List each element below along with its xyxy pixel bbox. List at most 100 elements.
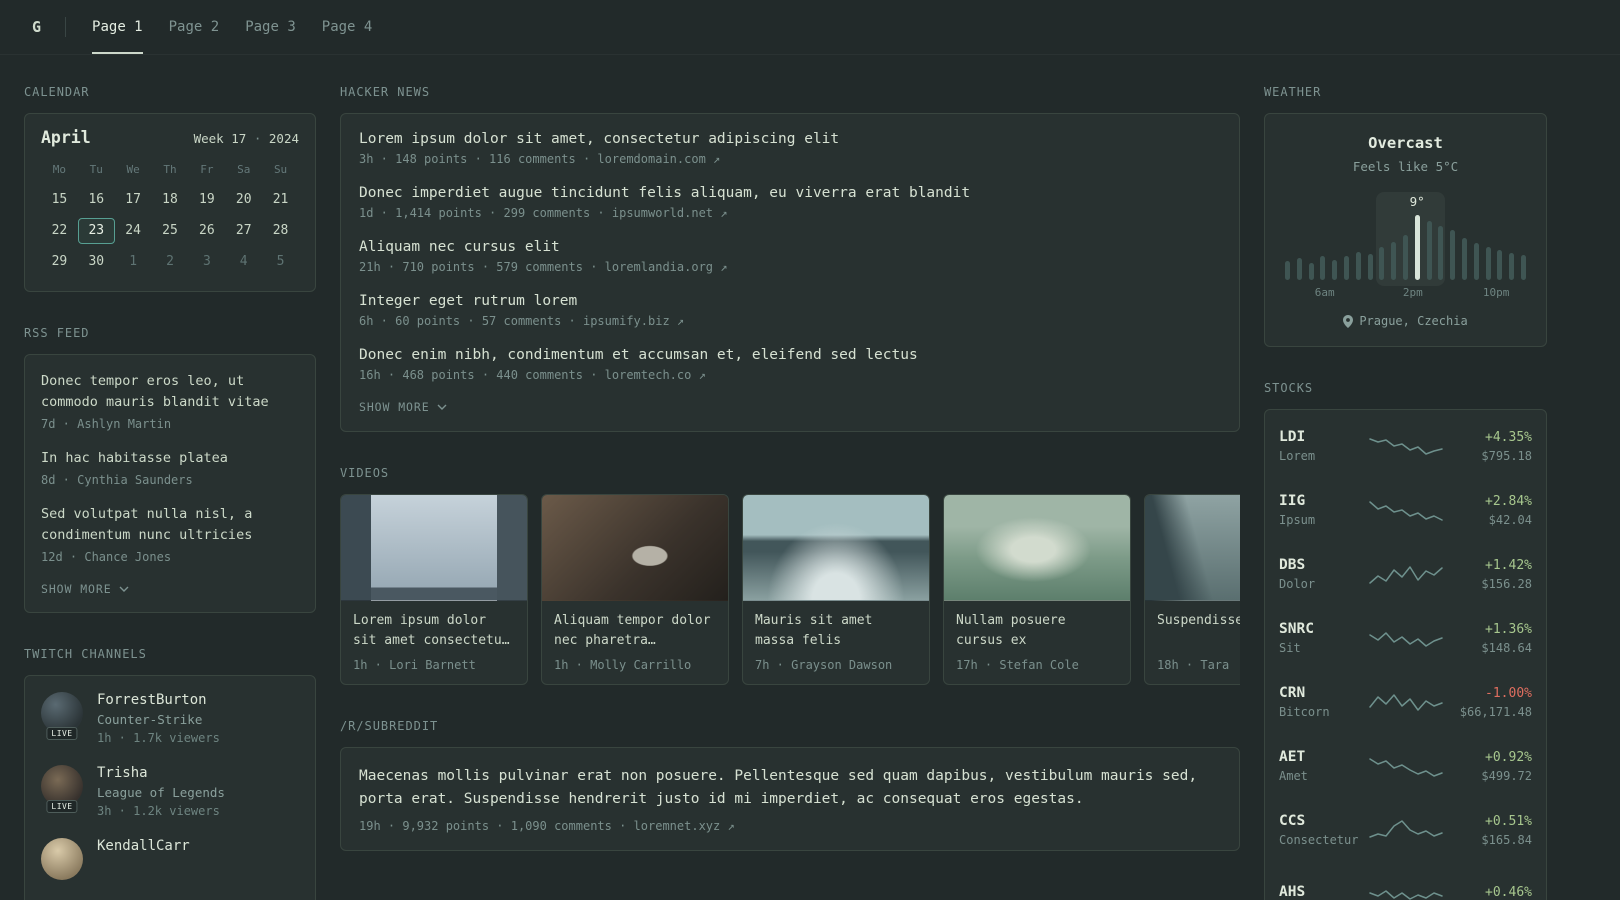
video-card[interactable]: Lorem ipsum dolor sit amet consectetu… 1… [340,494,528,685]
video-meta: 17h · Stefan Cole [956,658,1079,672]
tab-page-2[interactable]: Page 2 [169,0,220,54]
hackernews-item-title[interactable]: Lorem ipsum dolor sit amet, consectetur … [359,131,1221,147]
stock-change: +0.46% [1485,884,1532,900]
calendar-weekday: Su [273,163,288,176]
stock-row[interactable]: IIG Ipsum +2.84% $42.04 [1265,478,1546,542]
video-thumbnail[interactable] [341,495,527,601]
live-badge: LIVE [46,726,78,740]
stock-name: Dolor [1279,577,1316,591]
video-title[interactable]: Lorem ipsum dolor sit amet consectetu… [353,611,515,651]
stock-sparkline [1368,632,1443,647]
rss-item-title[interactable]: In hac habitasse platea [41,448,299,469]
stock-row[interactable]: CRN Bitcorn -1.00% $66,171.48 [1265,670,1546,734]
calendar-day: 2 [166,254,174,269]
rss-item-title[interactable]: Sed volutpat nulla nisl, a condimentum n… [41,504,299,546]
weather-bar [1296,258,1302,280]
subreddit-domain-link[interactable]: loremnet.xyz ↗ [634,819,735,833]
hackernews-item-title[interactable]: Donec imperdiet augue tincidunt felis al… [359,185,1221,201]
video-thumbnail[interactable] [542,495,728,601]
avatar[interactable]: LIVE [41,691,83,740]
weather-bar [1473,243,1479,280]
weather-time-axis: 6am 2pm 10pm [1283,286,1528,300]
calendar-day: 18 [162,192,178,207]
app-logo[interactable]: G [24,0,65,54]
weather-bar [1391,242,1397,280]
location-pin-icon [1343,314,1354,328]
stock-row[interactable]: DBS Dolor +1.42% $156.28 [1265,542,1546,606]
weather-bar [1308,263,1314,280]
hackernews-item-title[interactable]: Integer eget rutrum lorem [359,293,1221,309]
hackernews-domain-link[interactable]: ipsumify.biz ↗ [583,314,684,328]
hackernews-item-meta: 21h · 710 points · 579 comments · loreml… [359,260,1221,274]
hackernews-domain-link[interactable]: ipsumworld.net ↗ [612,206,728,220]
videos-section-title: VIDEOS [340,466,390,480]
twitch-channel-meta: 3h · 1.2k viewers [97,803,220,818]
twitch-channel-game[interactable]: League of Legends [97,785,225,800]
weather-location: Prague, Czechia [1283,314,1528,328]
video-title[interactable]: Nullam posuere cursus ex [956,611,1118,651]
video-title[interactable]: Aliquam tempor dolor nec pharetra… [554,611,716,651]
hackernews-item: Integer eget rutrum lorem 6h · 60 points… [359,293,1221,328]
calendar-day: 17 [125,192,141,207]
video-card[interactable]: Nullam posuere cursus ex 17h · Stefan Co… [943,494,1131,685]
calendar-day: 20 [235,192,252,207]
hackernews-domain-link[interactable]: loremlandia.org ↗ [605,260,728,274]
calendar-card: April Week 17 · 2024 Mo Tu We Th Fr Sa Su 15 16 1… [24,113,316,292]
stock-values: -1.00% $66,171.48 [1444,686,1532,719]
video-title[interactable]: Mauris sit amet massa felis [755,611,917,651]
twitch-channel-name[interactable]: ForrestBurton [97,692,220,708]
stock-row[interactable]: LDI Lorem +4.35% $795.18 [1265,414,1546,478]
stock-row[interactable]: CCS Consectetur +0.51% $165.84 [1265,798,1546,862]
calendar-day: 27 [235,223,252,238]
tab-page-4[interactable]: Page 4 [322,0,373,54]
video-thumbnail[interactable] [944,495,1130,601]
video-card[interactable]: Aliquam tempor dolor nec pharetra… 1h · … [541,494,729,685]
weather-chart: 9° 6am 2pm 10pm [1283,192,1528,300]
stock-price: $42.04 [1488,512,1532,527]
hackernews-card: Lorem ipsum dolor sit amet, consectetur … [340,113,1240,432]
stock-change: +1.36% [1485,621,1532,637]
twitch-channel-name[interactable]: Trisha [97,765,225,781]
video-card[interactable]: Mauris sit amet massa felis 7h · Grayson… [742,494,930,685]
stock-ticker-block: SNRC Sit [1279,621,1368,655]
twitch-channel-game[interactable]: Counter-Strike [97,712,220,727]
rss-show-more-button[interactable]: SHOW MORE [41,582,299,596]
calendar-day: 15 [51,192,68,207]
hackernews-domain-link[interactable]: loremtech.co ↗ [605,368,706,382]
calendar-day: 1 [129,254,138,269]
rss-item: In hac habitasse platea 8d · Cynthia Sau… [41,448,299,487]
subreddit-widget: /R/SUBREDDIT Maecenas mollis pulvinar er… [340,719,1240,852]
subreddit-post-title[interactable]: Maecenas mollis pulvinar erat non posuer… [359,765,1221,811]
hackernews-domain-link[interactable]: loremdomain.com ↗ [597,152,720,166]
video-thumbnail[interactable] [1145,495,1240,601]
stock-ticker-block: CCS Consectetur [1279,813,1368,847]
weather-bar [1450,230,1456,280]
hackernews-item-title[interactable]: Aliquam nec cursus elit [359,239,1221,255]
twitch-channel-name[interactable]: KendallCarr [97,838,190,854]
avatar[interactable]: LIVE [41,764,83,813]
stock-change: +0.92% [1485,749,1532,765]
videos-widget: VIDEOS Lorem ipsum dolor sit amet consec… [340,466,1240,685]
hackernews-item-title[interactable]: Donec enim nibh, condimentum et accumsan… [359,347,1221,363]
video-card[interactable]: Suspendisse diam 18h · Tara [1144,494,1240,685]
video-title[interactable]: Suspendisse diam [1157,611,1240,651]
stock-change: +2.84% [1485,493,1532,509]
weather-bar [1509,253,1515,280]
twitch-channel-row: LIVE ForrestBurton Counter-Strike 1h · 1… [41,691,299,745]
show-more-label: SHOW MORE [359,400,430,414]
stock-row[interactable]: AHS +0.46% [1265,862,1546,900]
stock-change: +4.35% [1485,429,1532,445]
main-content: CALENDAR April Week 17 · 2024 Mo Tu We Th Fr… [0,85,1620,900]
tab-page-3[interactable]: Page 3 [245,0,296,54]
rss-item-title[interactable]: Donec tempor eros leo, ut commodo mauris… [41,371,299,413]
stock-row[interactable]: AET Amet +0.92% $499.72 [1265,734,1546,798]
weather-bar [1285,261,1290,280]
twitch-channel-info: ForrestBurton Counter-Strike 1h · 1.7k v… [97,692,220,745]
hackernews-show-more-button[interactable]: SHOW MORE [359,400,1221,414]
calendar-weekday: Tu [89,163,103,176]
tab-page-1[interactable]: Page 1 [92,0,143,54]
video-thumbnail[interactable] [743,495,929,601]
avatar[interactable] [41,837,83,880]
stock-symbol: AHS [1279,884,1306,900]
stock-row[interactable]: SNRC Sit +1.36% $148.64 [1265,606,1546,670]
